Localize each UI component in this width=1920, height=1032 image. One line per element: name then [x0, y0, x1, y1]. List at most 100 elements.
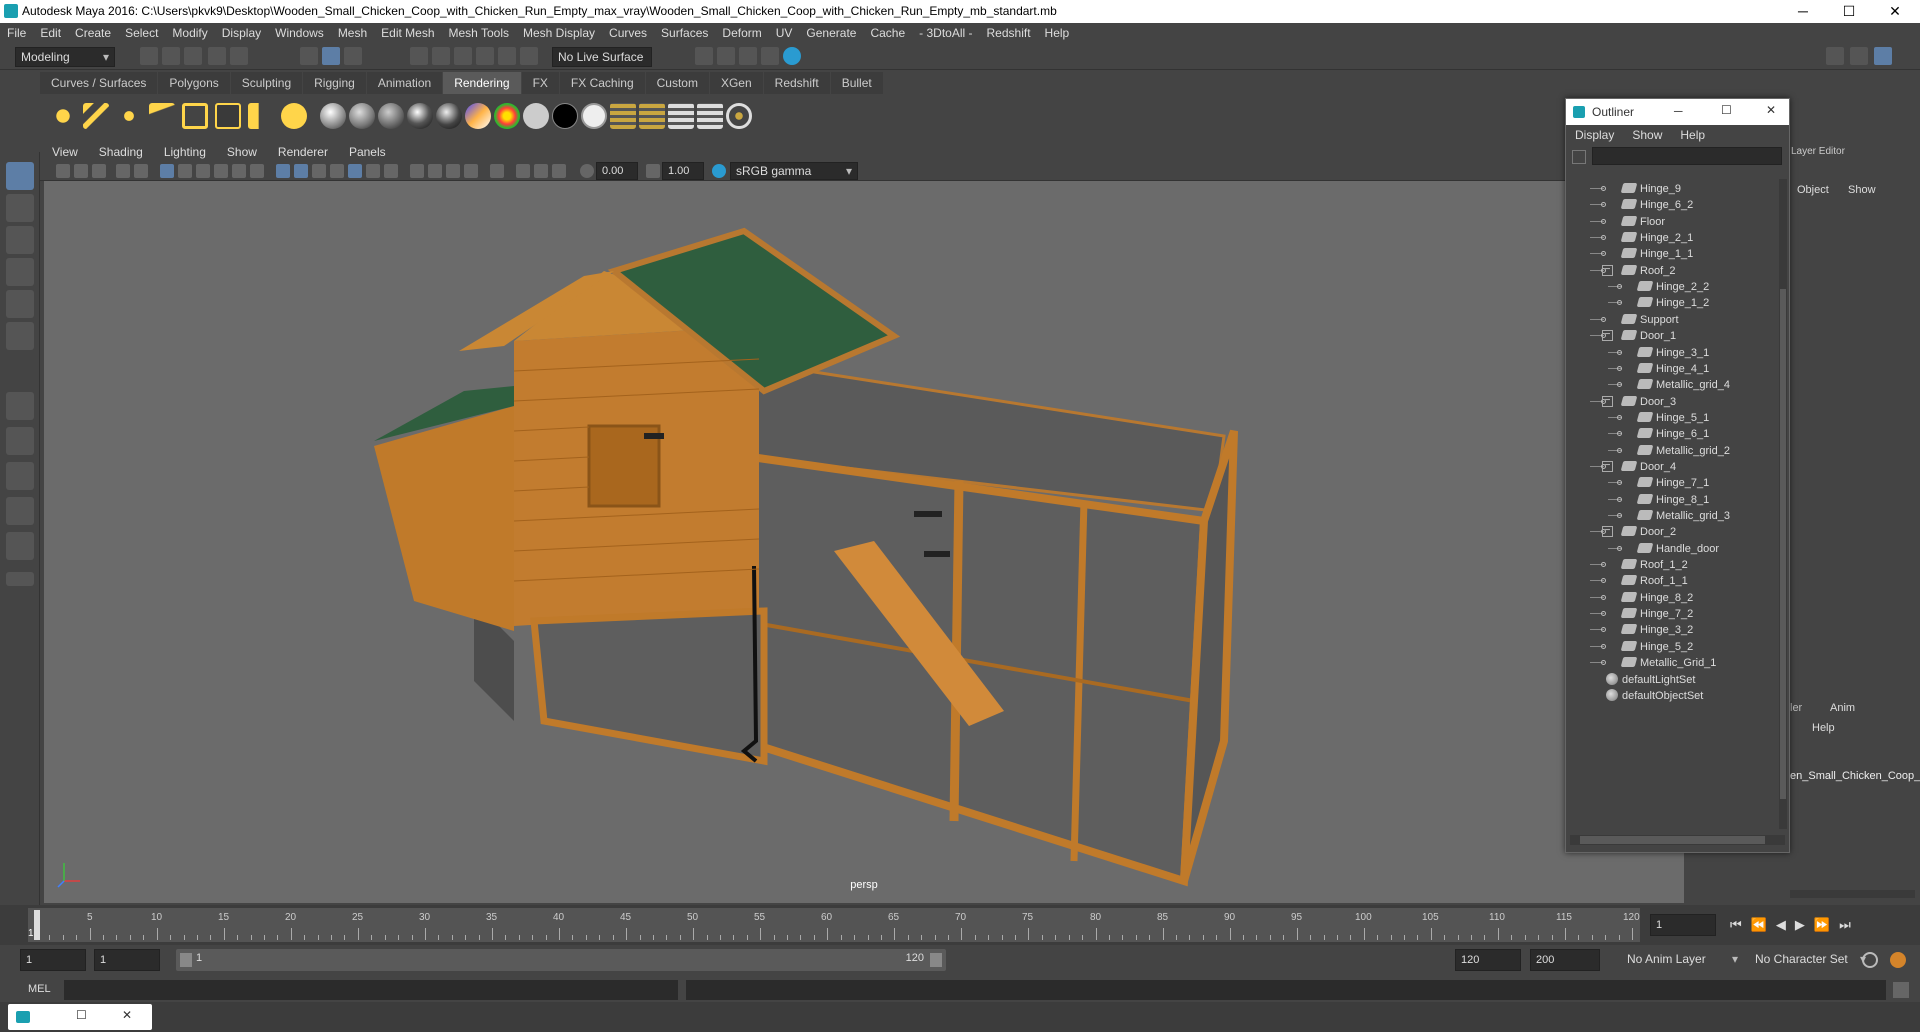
minimize-button[interactable]: ─: [1780, 0, 1826, 23]
paint-select-icon[interactable]: [6, 226, 34, 254]
film-gate-icon[interactable]: [178, 164, 192, 178]
menu-mesh-tools[interactable]: Mesh Tools: [442, 23, 516, 43]
bounding-box-icon[interactable]: [330, 164, 344, 178]
open-scene-icon[interactable]: [162, 47, 180, 65]
collapse-toggle-icon[interactable]: −: [1602, 396, 1613, 407]
menu-generate[interactable]: Generate: [799, 23, 863, 43]
phong-icon[interactable]: [378, 103, 404, 129]
volume-light-icon[interactable]: [215, 103, 241, 129]
time-slider[interactable]: 5 10 15 20 25 30 35 40 45 50 55 60 65 70 75 80 85 90 95 100…: [0, 905, 1920, 945]
outliner-minimize-button[interactable]: ─: [1674, 104, 1683, 118]
new-scene-icon[interactable]: [140, 47, 158, 65]
panel-menu-lighting[interactable]: Lighting: [152, 143, 215, 161]
snap-curve-icon[interactable]: [432, 47, 450, 65]
script-editor-icon[interactable]: [1893, 982, 1909, 998]
view-transform-dropdown[interactable]: sRGB gamma ▾: [730, 162, 858, 180]
menu-help[interactable]: Help: [1038, 23, 1077, 43]
outliner-hscrollbar[interactable]: [1570, 835, 1785, 845]
render-current-icon[interactable]: [639, 103, 665, 129]
smooth-shade-icon[interactable]: [294, 164, 308, 178]
lights-icon[interactable]: [366, 164, 380, 178]
single-perspective-icon[interactable]: [6, 392, 34, 420]
range-slider[interactable]: 1 120: [176, 949, 946, 971]
scale-tool-icon[interactable]: [6, 322, 34, 350]
mel-label[interactable]: MEL: [28, 983, 51, 995]
shadows-icon[interactable]: [384, 164, 398, 178]
depth-of-field-icon[interactable]: [464, 164, 478, 178]
use-background-icon[interactable]: [552, 103, 578, 129]
right-panel-scrollbar[interactable]: [1790, 890, 1915, 898]
shelf-tab-bullet[interactable]: Bullet: [830, 72, 883, 94]
shelf-tab-redshift[interactable]: Redshift: [763, 72, 830, 94]
attribute-editor-icon[interactable]: [1874, 47, 1892, 65]
shelf-tab-sculpting[interactable]: Sculpting: [230, 72, 303, 94]
outliner-search-input[interactable]: [1592, 147, 1782, 165]
auto-key-icon[interactable]: [1862, 952, 1878, 968]
menu-edit[interactable]: Edit: [33, 23, 68, 43]
redo-icon[interactable]: [230, 47, 248, 65]
gamma-field[interactable]: 1.00: [662, 162, 704, 180]
menu-modify[interactable]: Modify: [165, 23, 214, 43]
menu-curves[interactable]: Curves: [602, 23, 654, 43]
anti-aliasing-icon[interactable]: [446, 164, 460, 178]
camera-select-icon[interactable]: [56, 164, 70, 178]
move-tool-icon[interactable]: [6, 258, 34, 286]
maximize-button[interactable]: ☐: [1826, 0, 1872, 23]
xray-icon[interactable]: [516, 164, 530, 178]
shelf-tab-polygons[interactable]: Polygons: [158, 72, 230, 94]
shading-map-icon[interactable]: [494, 103, 520, 129]
camera-aim-icon[interactable]: [281, 103, 307, 129]
render-globals-icon[interactable]: [726, 103, 752, 129]
four-view-icon[interactable]: [6, 427, 34, 455]
gate-mask-icon[interactable]: [214, 164, 228, 178]
ipr-shelf-icon[interactable]: [668, 103, 694, 129]
outliner-item[interactable]: defaultObjectSet: [1606, 686, 1703, 706]
render-frame-icon[interactable]: [695, 47, 713, 65]
tab-anim[interactable]: Anim: [1830, 702, 1855, 714]
collapse-toggle-icon[interactable]: −: [1602, 526, 1613, 537]
outliner-menu-help[interactable]: Help: [1671, 125, 1714, 145]
safe-action-icon[interactable]: [250, 164, 264, 178]
collapse-icon[interactable]: [6, 572, 34, 586]
ramp-shader-icon[interactable]: [465, 103, 491, 129]
select-object-icon[interactable]: [322, 47, 340, 65]
menu-display[interactable]: Display: [215, 23, 268, 43]
field-chart-icon[interactable]: [232, 164, 246, 178]
layout-swap-icon[interactable]: [6, 532, 34, 560]
close-button[interactable]: ✕: [1872, 0, 1918, 23]
channel-box-icon[interactable]: [1850, 47, 1868, 65]
menu-edit-mesh[interactable]: Edit Mesh: [374, 23, 441, 43]
tab-show[interactable]: Show: [1848, 184, 1876, 196]
render-settings-shelf-icon[interactable]: [697, 103, 723, 129]
shelf-tab-xgen[interactable]: XGen: [709, 72, 763, 94]
display-layer-name[interactable]: en_Small_Chicken_Coop_: [1790, 770, 1920, 782]
tab-object[interactable]: Object: [1797, 184, 1829, 196]
ipr-render-icon[interactable]: [717, 47, 735, 65]
end-time-field[interactable]: 200: [1530, 949, 1600, 971]
render-settings-icon[interactable]: [761, 47, 779, 65]
menu-mesh-display[interactable]: Mesh Display: [516, 23, 602, 43]
select-tool-icon[interactable]: [6, 162, 34, 190]
shelf-tab-curves-surfaces[interactable]: Curves / Surfaces: [40, 72, 158, 94]
perspective-viewport[interactable]: persp: [44, 181, 1684, 903]
menu-windows[interactable]: Windows: [268, 23, 331, 43]
exposure-icon[interactable]: [580, 164, 594, 178]
layer-help-menu[interactable]: Help: [1812, 722, 1835, 734]
outliner-close-button[interactable]: ✕: [1766, 103, 1776, 117]
spot-light-icon[interactable]: [149, 103, 175, 129]
mode-selector[interactable]: Modeling ▾: [15, 47, 115, 67]
layered-shader-icon[interactable]: [581, 103, 607, 129]
render-view-shelf-icon[interactable]: [610, 103, 636, 129]
anisotropic-icon[interactable]: [436, 103, 462, 129]
xray-joints-icon[interactable]: [534, 164, 548, 178]
wireframe-icon[interactable]: [276, 164, 290, 178]
hypershade-icon[interactable]: [783, 47, 801, 65]
snap-live-icon[interactable]: [520, 47, 538, 65]
panel-menu-shading[interactable]: Shading: [87, 143, 152, 161]
panel-menu-renderer[interactable]: Renderer: [266, 143, 337, 161]
lambert-icon[interactable]: [349, 103, 375, 129]
close-icon[interactable]: ✕: [122, 1008, 132, 1022]
range-start-handle[interactable]: [180, 953, 192, 967]
lasso-tool-icon[interactable]: [6, 194, 34, 222]
shelf-tab-animation[interactable]: Animation: [366, 72, 443, 94]
